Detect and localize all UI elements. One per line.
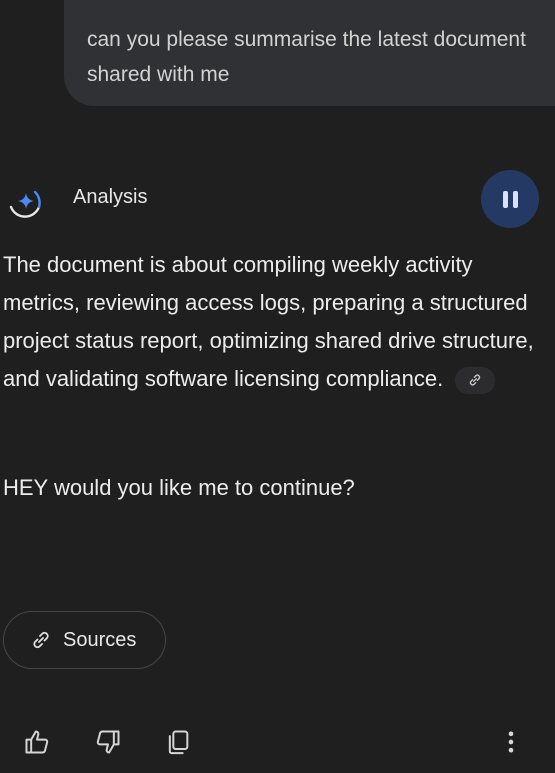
- response-text: The document is about compiling weekly a…: [3, 246, 553, 398]
- thumbs-up-icon: [25, 730, 49, 754]
- followup-text: HEY would you like me to continue?: [3, 475, 355, 500]
- more-vertical-icon: [508, 731, 514, 753]
- link-icon: [470, 374, 481, 386]
- sources-button[interactable]: Sources: [3, 611, 166, 669]
- user-message-bubble: can you please summarise the latest docu…: [64, 0, 555, 106]
- copy-icon: [168, 730, 189, 755]
- response-header: Analysis: [0, 170, 555, 230]
- thumbs-down-icon: [96, 730, 120, 754]
- more-options-button[interactable]: [494, 725, 528, 759]
- citation-link-chip[interactable]: [455, 366, 496, 394]
- pause-icon: [502, 190, 508, 208]
- response-body: The document is about compiling weekly a…: [3, 252, 534, 391]
- user-message-text: can you please summarise the latest docu…: [87, 28, 526, 86]
- pause-button[interactable]: [481, 170, 539, 228]
- spark-icon: [9, 190, 41, 218]
- response-actions: [0, 720, 555, 764]
- chat-page: can you please summarise the latest docu…: [0, 0, 555, 773]
- sources-label: Sources: [63, 628, 137, 651]
- copy-button[interactable]: [161, 725, 195, 759]
- link-icon: [33, 631, 49, 649]
- thumbs-down-button[interactable]: [91, 725, 125, 759]
- thumbs-up-button[interactable]: [20, 725, 54, 759]
- analysis-label: Analysis: [73, 186, 148, 208]
